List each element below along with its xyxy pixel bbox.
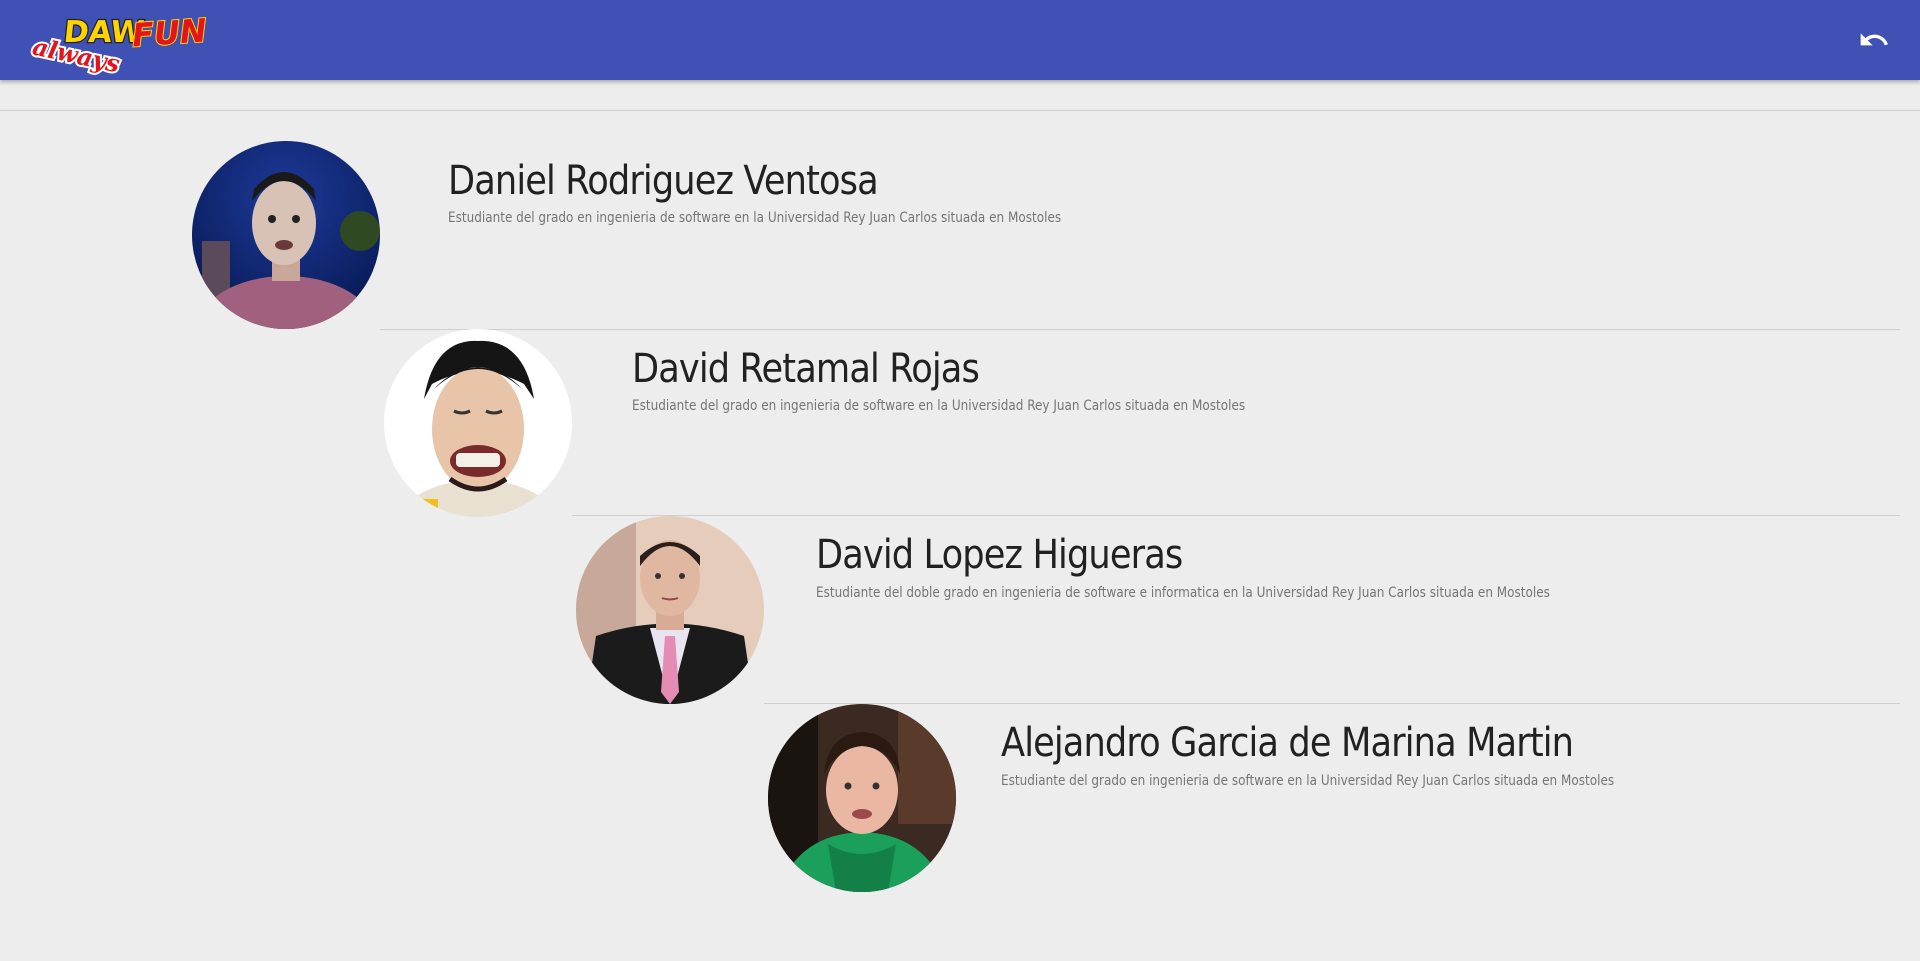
- member-divider: [572, 515, 1900, 516]
- person-photo-icon: [768, 704, 956, 892]
- top-divider: [0, 110, 1920, 111]
- logo-graphic: DAW FUN always: [28, 10, 209, 80]
- member-description: Estudiante del grado en ingenieria de so…: [1001, 773, 1615, 789]
- member-description: Estudiante del doble grado en ingenieria…: [816, 585, 1550, 601]
- member-avatar: [192, 141, 380, 329]
- member-divider: [764, 703, 1900, 704]
- person-photo-icon: [192, 141, 380, 329]
- back-button[interactable]: [1858, 24, 1890, 56]
- member-avatar: [384, 329, 572, 517]
- member-avatar: [768, 704, 956, 892]
- dawfun-logo[interactable]: DAW FUN always: [28, 10, 214, 80]
- person-photo-icon: [384, 329, 572, 517]
- member-avatar: [576, 516, 764, 704]
- member-name: David Retamal Rojas: [632, 346, 980, 392]
- undo-arrow-icon: [1860, 33, 1888, 46]
- svg-text:FUN: FUN: [131, 12, 208, 54]
- person-photo-icon: [576, 516, 764, 704]
- member-description: Estudiante del grado en ingenieria de so…: [632, 398, 1246, 414]
- top-app-bar: DAW FUN always: [0, 0, 1920, 80]
- member-name: Alejandro Garcia de Marina Martin: [1001, 720, 1574, 766]
- member-name: Daniel Rodriguez Ventosa: [448, 158, 879, 204]
- member-name: David Lopez Higueras: [816, 532, 1183, 578]
- member-description: Estudiante del grado en ingenieria de so…: [448, 210, 1062, 226]
- member-divider: [380, 329, 1900, 330]
